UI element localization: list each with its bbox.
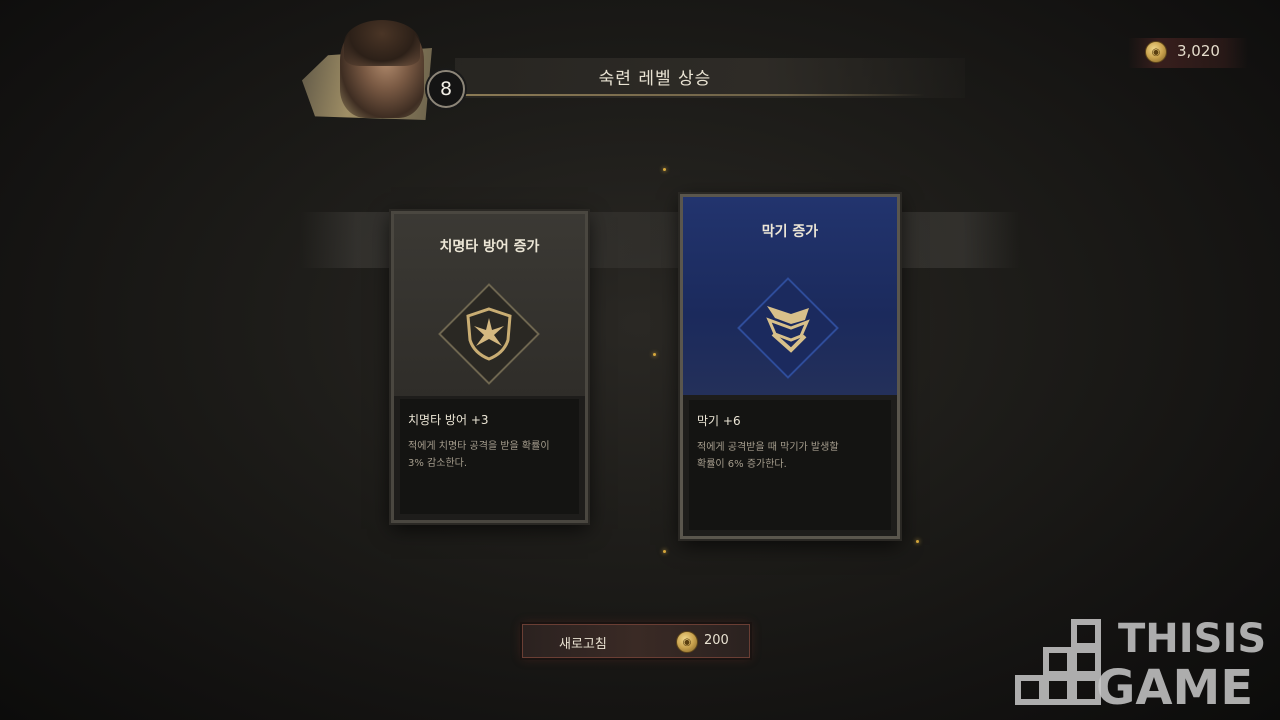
page-title: 숙련 레벨 상승 bbox=[598, 69, 712, 89]
ember-spark bbox=[663, 168, 666, 171]
thisisgame-watermark: THISIS GAME bbox=[1010, 616, 1272, 716]
gold-coin-icon: ◉ bbox=[1145, 41, 1167, 63]
character-portrait bbox=[292, 20, 442, 120]
refresh-button[interactable]: 새로고침 ◉ 200 bbox=[522, 624, 750, 658]
skill-card-critical-defense[interactable]: 치명타 방어 증가 치명타 방어 +3 적에게 치명타 공격을 받을 확률이 3… bbox=[391, 211, 588, 523]
refresh-cost: 200 bbox=[704, 633, 729, 648]
card-body: 막기 +6 적에게 공격받을 때 막기가 발생할 확률이 6% 증가한다. bbox=[689, 400, 891, 530]
watermark-line2: GAME bbox=[1096, 660, 1254, 716]
character-hair bbox=[344, 20, 420, 66]
card-title: 치명타 방어 증가 bbox=[439, 239, 540, 255]
stat-name: 막기 +6 bbox=[697, 414, 741, 428]
card-title: 막기 증가 bbox=[761, 224, 819, 240]
description-line: 적에게 치명타 공격을 받을 확률이 bbox=[408, 441, 550, 452]
stat-name: 치명타 방어 +3 bbox=[408, 413, 489, 427]
ember-spark bbox=[653, 353, 656, 356]
chevron-shield-icon bbox=[758, 298, 818, 358]
level-badge: 8 bbox=[427, 70, 465, 108]
stat-description: 적에게 치명타 공격을 받을 확률이 3% 감소한다. bbox=[408, 438, 571, 472]
description-line: 적에게 공격받을 때 막기가 발생할 bbox=[697, 442, 839, 453]
watermark-grid-icon bbox=[1015, 619, 1101, 705]
gold-coin-icon: ◉ bbox=[676, 631, 698, 653]
gold-amount: 3,020 bbox=[1177, 42, 1220, 60]
skill-card-block[interactable]: 막기 증가 막기 +6 적에게 공격받을 때 막기가 발생할 확률이 6% 증가… bbox=[680, 194, 900, 539]
card-body: 치명타 방어 +3 적에게 치명타 공격을 받을 확률이 3% 감소한다. bbox=[400, 399, 579, 514]
description-line: 3% 감소한다. bbox=[408, 458, 468, 469]
star-shield-icon bbox=[459, 304, 519, 364]
description-line: 확률이 6% 증가한다. bbox=[697, 459, 787, 470]
refresh-label: 새로고침 bbox=[559, 637, 607, 652]
ember-spark bbox=[916, 540, 919, 543]
watermark-line1: THISIS bbox=[1118, 616, 1267, 662]
ember-spark bbox=[663, 550, 666, 553]
stat-description: 적에게 공격받을 때 막기가 발생할 확률이 6% 증가한다. bbox=[697, 439, 883, 473]
